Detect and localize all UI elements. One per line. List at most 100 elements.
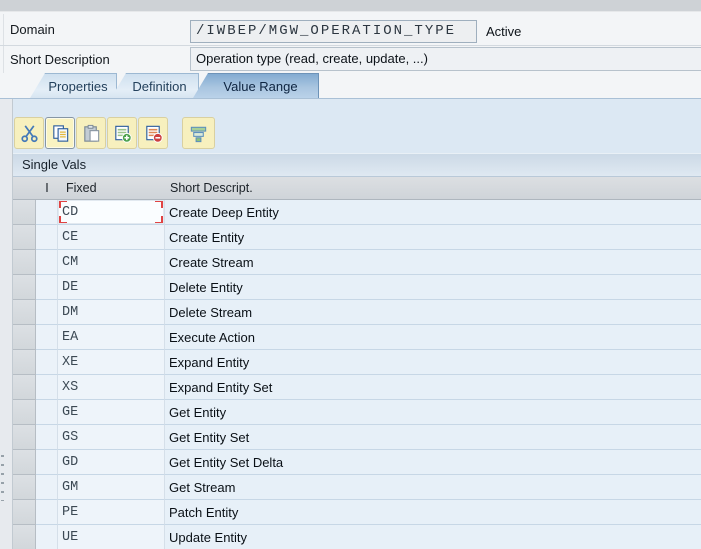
short-description-cell[interactable]: Expand Entity Set — [165, 375, 701, 400]
fixed-value-cell[interactable]: PE — [58, 500, 165, 525]
table-row: CD Create Deep Entity — [13, 200, 701, 225]
indicator-cell[interactable] — [36, 425, 58, 450]
position-button[interactable] — [182, 117, 215, 149]
indicator-cell[interactable] — [36, 325, 58, 350]
delete-row-button[interactable] — [138, 117, 168, 149]
indicator-cell[interactable] — [36, 350, 58, 375]
form-left-edge — [3, 14, 4, 73]
fixed-value-cell[interactable]: DM — [58, 300, 165, 325]
fixed-value-cell[interactable]: GS — [58, 425, 165, 450]
table-row: GS Get Entity Set — [13, 425, 701, 450]
copy-button[interactable] — [45, 117, 75, 149]
position-filter-icon — [188, 123, 209, 144]
short-description-cell[interactable]: Create Deep Entity — [165, 200, 701, 225]
indicator-cell[interactable] — [36, 200, 58, 225]
fixed-value-cell[interactable]: XE — [58, 350, 165, 375]
paste-button[interactable] — [76, 117, 106, 149]
row-selector-cell[interactable] — [13, 425, 36, 450]
single-vals-section-header: Single Vals — [13, 153, 701, 177]
value-range-panel: Single Vals I Fixed Short Descript. CD C… — [0, 98, 701, 549]
row-selector-cell[interactable] — [13, 250, 36, 275]
short-description-cell[interactable]: Get Entity — [165, 400, 701, 425]
row-selector-cell[interactable] — [13, 325, 36, 350]
indicator-cell[interactable] — [36, 375, 58, 400]
short-description-cell[interactable]: Get Stream — [165, 475, 701, 500]
header-fixed-column[interactable]: Fixed — [58, 177, 165, 199]
insert-row-button[interactable] — [107, 117, 137, 149]
copy-icon — [50, 123, 71, 144]
table-row: DE Delete Entity — [13, 275, 701, 300]
table-row: CE Create Entity — [13, 225, 701, 250]
sap-domain-maintenance-screen: Domain /IWBEP/MGW_OPERATION_TYPE Active … — [0, 0, 701, 549]
indicator-cell[interactable] — [36, 225, 58, 250]
indicator-cell[interactable] — [36, 500, 58, 525]
domain-name-field[interactable]: /IWBEP/MGW_OPERATION_TYPE — [190, 20, 477, 43]
indicator-cell[interactable] — [36, 525, 58, 549]
row-selector-cell[interactable] — [13, 350, 36, 375]
table-row: PE Patch Entity — [13, 500, 701, 525]
row-selector-cell[interactable] — [13, 375, 36, 400]
header-short-descr-column[interactable]: Short Descript. — [165, 177, 701, 199]
table-row: DM Delete Stream — [13, 300, 701, 325]
short-description-cell[interactable]: Update Entity — [165, 525, 701, 549]
fixed-value-cell[interactable]: XS — [58, 375, 165, 400]
short-description-cell[interactable]: Patch Entity — [165, 500, 701, 525]
table-row: XS Expand Entity Set — [13, 375, 701, 400]
table-header-row: I Fixed Short Descript. — [13, 177, 701, 200]
row-selector-cell[interactable] — [13, 300, 36, 325]
row-selector-cell[interactable] — [13, 500, 36, 525]
short-description-cell[interactable]: Get Entity Set — [165, 425, 701, 450]
indicator-cell[interactable] — [36, 300, 58, 325]
fixed-value-cell[interactable]: CE — [58, 225, 165, 250]
row-selector-cell[interactable] — [13, 525, 36, 549]
domain-header-form: Domain /IWBEP/MGW_OPERATION_TYPE Active … — [0, 12, 701, 73]
cut-button[interactable] — [14, 117, 44, 149]
fixed-value-cell[interactable]: EA — [58, 325, 165, 350]
row-selector-cell[interactable] — [13, 400, 36, 425]
short-description-cell[interactable]: Delete Entity — [165, 275, 701, 300]
indicator-cell[interactable] — [36, 275, 58, 300]
fixed-value-cell[interactable]: GD — [58, 450, 165, 475]
domain-label: Domain — [10, 18, 55, 42]
fixed-value-cell[interactable]: GE — [58, 400, 165, 425]
indicator-cell[interactable] — [36, 400, 58, 425]
fixed-value-cell[interactable]: CM — [58, 250, 165, 275]
fixed-value-cell[interactable]: DE — [58, 275, 165, 300]
table-toolbar — [14, 117, 216, 149]
fixed-value-cell[interactable]: GM — [58, 475, 165, 500]
insert-row-icon — [112, 123, 133, 144]
left-splitter-gutter[interactable] — [0, 99, 13, 549]
row-selector-cell[interactable] — [13, 275, 36, 300]
indicator-cell[interactable] — [36, 250, 58, 275]
short-description-cell[interactable]: Execute Action — [165, 325, 701, 350]
header-indicator-column[interactable]: I — [36, 177, 58, 199]
short-description-field[interactable]: Operation type (read, create, update, ..… — [190, 47, 701, 71]
header-selector-column[interactable] — [13, 177, 36, 199]
fixed-value-cell[interactable]: CD — [58, 200, 165, 225]
row-selector-cell[interactable] — [13, 475, 36, 500]
table-row: GM Get Stream — [13, 475, 701, 500]
fixed-value-cell[interactable]: UE — [58, 525, 165, 549]
row-selector-cell[interactable] — [13, 225, 36, 250]
form-separator — [0, 45, 701, 46]
clipboard-paste-icon — [81, 123, 102, 144]
fixed-values-table: CD Create Deep Entity CE Create Entity C… — [13, 200, 701, 549]
indicator-cell[interactable] — [36, 450, 58, 475]
table-row: GD Get Entity Set Delta — [13, 450, 701, 475]
tab-definition[interactable]: Definition — [111, 73, 199, 98]
short-description-label: Short Description — [10, 48, 110, 72]
short-description-cell[interactable]: Expand Entity — [165, 350, 701, 375]
row-selector-cell[interactable] — [13, 200, 36, 225]
window-top-strip — [0, 0, 701, 12]
domain-status-text: Active — [486, 20, 521, 43]
short-description-cell[interactable]: Create Stream — [165, 250, 701, 275]
short-description-cell[interactable]: Delete Stream — [165, 300, 701, 325]
indicator-cell[interactable] — [36, 475, 58, 500]
scissors-icon — [19, 123, 40, 144]
delete-row-icon — [143, 123, 164, 144]
tab-value-range[interactable]: Value Range — [193, 73, 319, 98]
row-selector-cell[interactable] — [13, 450, 36, 475]
short-description-cell[interactable]: Create Entity — [165, 225, 701, 250]
short-description-cell[interactable]: Get Entity Set Delta — [165, 450, 701, 475]
tab-properties[interactable]: Properties — [30, 73, 117, 98]
